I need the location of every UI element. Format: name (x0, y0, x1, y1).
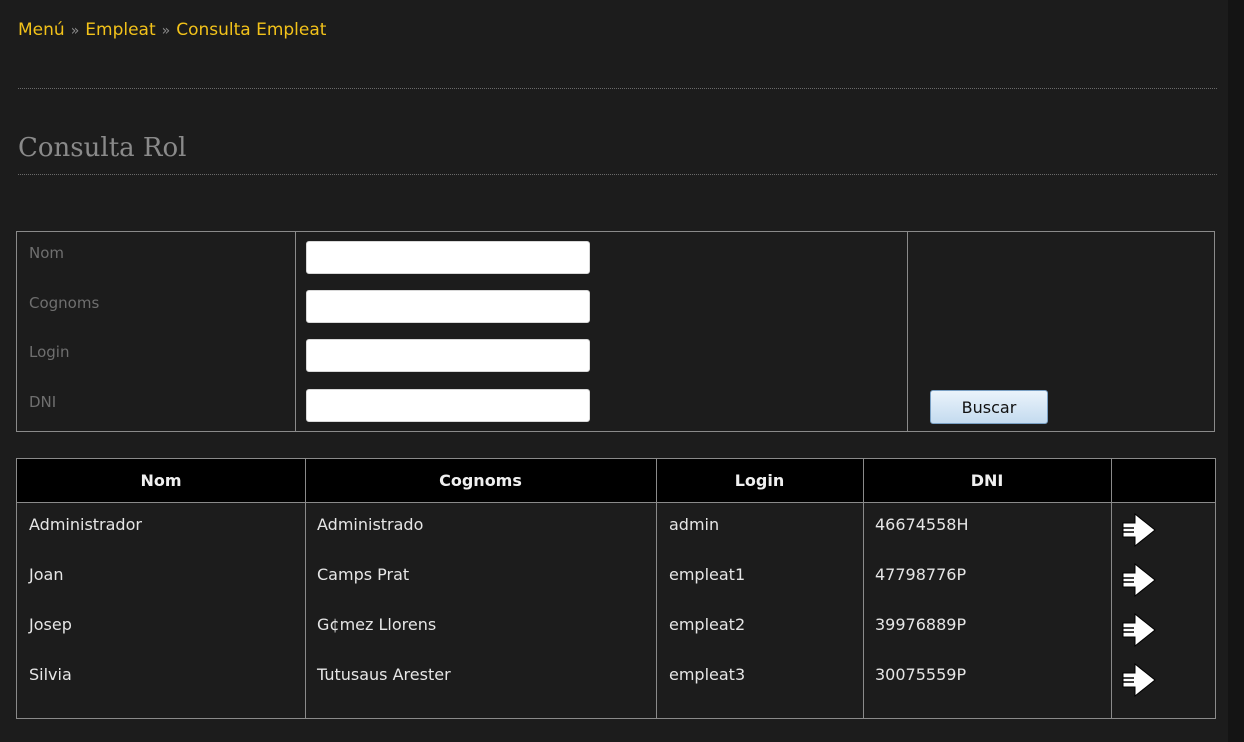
divider (18, 88, 1217, 89)
login-label: Login (29, 343, 70, 361)
breadcrumb-menu-link[interactable]: Menú (18, 20, 65, 40)
cell-login: admin (669, 515, 720, 534)
cell-nom: Administrador (29, 515, 142, 534)
table-row: Joan Camps Prat empleat1 47798776P (17, 553, 1215, 603)
arrow-right-icon[interactable] (1121, 662, 1157, 698)
results-table: Nom Cognoms Login DNI Administrador Admi… (16, 458, 1216, 719)
page: Menú » Empleat » Consulta Empleat Consulta R… (0, 0, 1244, 742)
cell-dni: 39976889P (875, 615, 967, 634)
column-divider (907, 232, 908, 431)
arrow-right-icon[interactable] (1121, 512, 1157, 548)
cell-login: empleat3 (669, 665, 746, 684)
cognoms-input[interactable] (306, 290, 590, 323)
cell-nom: Josep (29, 615, 72, 634)
cell-cognoms: G¢mez Llorens (317, 615, 437, 634)
dni-input[interactable] (306, 389, 590, 422)
column-header-dni: DNI (970, 471, 1004, 490)
cell-nom: Joan (29, 565, 64, 584)
arrow-right-icon[interactable] (1121, 562, 1157, 598)
page-title: Consulta Rol (18, 133, 187, 163)
search-form: Nom Cognoms Login DNI Buscar (16, 231, 1215, 432)
cell-login: empleat1 (669, 565, 746, 584)
nom-input[interactable] (306, 241, 590, 274)
breadcrumb-separator: » (161, 23, 171, 39)
arrow-right-icon[interactable] (1121, 612, 1157, 648)
table-row: Josep G¢mez Llorens empleat2 39976889P (17, 603, 1215, 653)
divider (18, 174, 1217, 175)
cell-dni: 46674558H (875, 515, 969, 534)
nom-label: Nom (29, 244, 65, 262)
dni-label: DNI (29, 393, 57, 411)
cell-cognoms: Camps Prat (317, 565, 410, 584)
buscar-button[interactable]: Buscar (930, 390, 1048, 424)
breadcrumb-empleat-link[interactable]: Empleat (85, 20, 155, 40)
cell-login: empleat2 (669, 615, 746, 634)
cell-cognoms: Administrado (317, 515, 424, 534)
scrollbar-gutter (1228, 0, 1244, 742)
table-row: Administrador Administrado admin 4667455… (17, 503, 1215, 553)
cognoms-label: Cognoms (29, 294, 100, 312)
column-header-nom: Nom (140, 471, 182, 490)
column-header-cognoms: Cognoms (439, 471, 522, 490)
column-header-action (1111, 459, 1215, 503)
cell-dni: 30075559P (875, 665, 967, 684)
column-divider (295, 232, 296, 431)
cell-cognoms: Tutusaus Arester (317, 665, 451, 684)
login-input[interactable] (306, 339, 590, 372)
table-row: Silvia Tutusaus Arester empleat3 3007555… (17, 653, 1215, 703)
breadcrumb: Menú » Empleat » Consulta Empleat (18, 20, 326, 40)
cell-nom: Silvia (29, 665, 72, 684)
breadcrumb-consulta-empleat-link[interactable]: Consulta Empleat (176, 20, 326, 40)
cell-dni: 47798776P (875, 565, 967, 584)
column-header-login: Login (734, 471, 785, 490)
breadcrumb-separator: » (70, 23, 80, 39)
table-header: Nom Cognoms Login DNI (17, 459, 1215, 503)
